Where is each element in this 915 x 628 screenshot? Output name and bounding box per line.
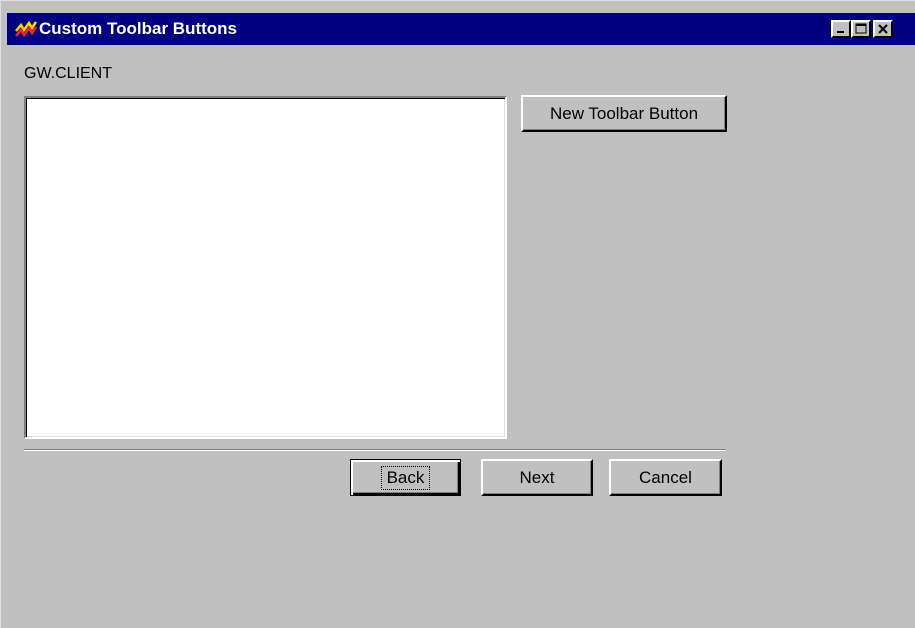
- path-label: GW.CLIENT: [24, 65, 113, 82]
- cancel-button-label: Cancel: [639, 467, 692, 487]
- back-button-label: Back: [380, 465, 431, 490]
- maximize-icon: [855, 23, 867, 34]
- toolbar-buttons-list[interactable]: [24, 96, 507, 439]
- separator: [24, 449, 726, 451]
- close-button[interactable]: [873, 20, 893, 38]
- close-icon: [878, 24, 888, 34]
- minimize-icon: [837, 31, 844, 33]
- new-toolbar-button[interactable]: New Toolbar Button: [521, 95, 727, 132]
- app-zigzag-icon: [15, 19, 38, 39]
- window-title: Custom Toolbar Buttons: [39, 19, 237, 38]
- back-button[interactable]: Back: [350, 459, 461, 496]
- cancel-button[interactable]: Cancel: [609, 459, 722, 496]
- next-button-label: Next: [519, 467, 555, 487]
- next-button[interactable]: Next: [481, 459, 593, 496]
- title-bar[interactable]: Custom Toolbar Buttons: [7, 13, 915, 45]
- minimize-button[interactable]: [831, 20, 851, 38]
- maximize-button[interactable]: [851, 20, 871, 38]
- dialog-window: Custom Toolbar Buttons GW.CLIENT New Too…: [0, 0, 915, 628]
- new-toolbar-button-label: New Toolbar Button: [549, 103, 699, 123]
